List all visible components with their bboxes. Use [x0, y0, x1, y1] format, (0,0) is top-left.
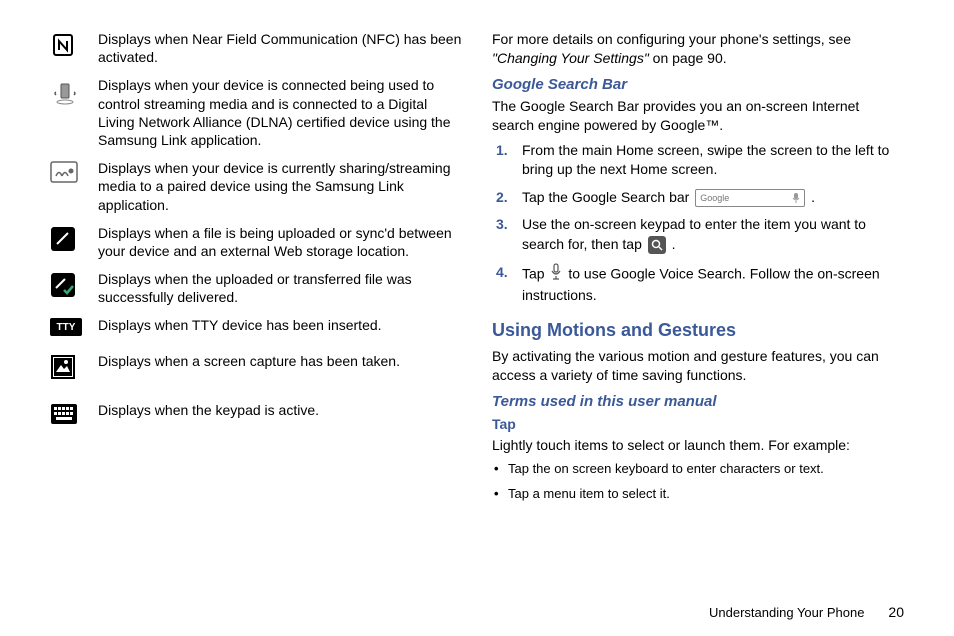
ref-suffix: on page 90. — [649, 50, 727, 66]
google-search-heading: Google Search Bar — [492, 76, 904, 93]
step-4: Tap to use Google Voice Search. Follow t… — [492, 263, 904, 306]
tap-body: Lightly touch items to select or launch … — [492, 436, 904, 455]
icon-desc: Displays when a file is being uploaded o… — [98, 224, 462, 260]
tty-icon: TTY — [50, 316, 98, 336]
icon-row-keypad: Displays when the keypad is active. — [50, 401, 462, 430]
icon-row-share: Displays when your device is currently s… — [50, 159, 462, 214]
settings-reference: For more details on configuring your pho… — [492, 30, 904, 68]
icon-row-delivered: Displays when the uploaded or transferre… — [50, 270, 462, 306]
magnify-icon — [648, 236, 666, 254]
step-2: Tap the Google Search bar Google . — [492, 188, 904, 208]
icon-desc: Displays when the uploaded or transferre… — [98, 270, 462, 306]
left-column: Displays when Near Field Communication (… — [50, 30, 462, 509]
icon-desc: Displays when the keypad is active. — [98, 401, 319, 430]
nfc-icon — [50, 30, 98, 66]
icon-desc: Displays when Near Field Communication (… — [98, 30, 462, 66]
icon-row-screenshot: Displays when a screen capture has been … — [50, 352, 462, 385]
mic-icon — [550, 263, 562, 287]
icon-desc: Displays when your device is currently s… — [98, 159, 462, 214]
motions-body: By activating the various motion and ges… — [492, 347, 904, 385]
share-icon — [50, 159, 98, 214]
step-3: Use the on-screen keypad to enter the it… — [492, 215, 904, 254]
screenshot-icon — [50, 352, 98, 385]
ref-quote: "Changing Your Settings" — [492, 50, 649, 66]
terms-heading: Terms used in this user manual — [492, 393, 904, 410]
upload-icon — [50, 224, 98, 260]
google-search-bar-icon: Google — [695, 189, 805, 207]
tap-bullets: Tap the on screen keyboard to enter char… — [492, 460, 904, 502]
footer-page-number: 20 — [888, 604, 904, 620]
ref-prefix: For more details on configuring your pho… — [492, 31, 851, 47]
keypad-icon — [50, 401, 98, 430]
footer-section: Understanding Your Phone — [709, 605, 864, 620]
icon-desc: Displays when TTY device has been insert… — [98, 316, 382, 336]
google-steps: From the main Home screen, swipe the scr… — [492, 141, 904, 306]
icon-row-upload: Displays when a file is being uploaded o… — [50, 224, 462, 260]
page-footer: Understanding Your Phone 20 — [709, 604, 904, 620]
columns: Displays when Near Field Communication (… — [50, 30, 904, 509]
dlna-icon — [50, 76, 98, 149]
icon-row-nfc: Displays when Near Field Communication (… — [50, 30, 462, 66]
icon-row-tty: TTY Displays when TTY device has been in… — [50, 316, 462, 336]
bullet-2: Tap a menu item to select it. — [492, 485, 904, 503]
google-search-body: The Google Search Bar provides you an on… — [492, 97, 904, 135]
icon-desc: Displays when a screen capture has been … — [98, 352, 400, 385]
bullet-1: Tap the on screen keyboard to enter char… — [492, 460, 904, 478]
manual-page: Displays when Near Field Communication (… — [0, 0, 954, 636]
delivered-icon — [50, 270, 98, 306]
step-1: From the main Home screen, swipe the scr… — [492, 141, 904, 180]
tap-heading: Tap — [492, 416, 904, 432]
right-column: For more details on configuring your pho… — [492, 30, 904, 509]
icon-row-dlna: Displays when your device is connected b… — [50, 76, 462, 149]
motions-heading: Using Motions and Gestures — [492, 320, 904, 341]
icon-desc: Displays when your device is connected b… — [98, 76, 462, 149]
